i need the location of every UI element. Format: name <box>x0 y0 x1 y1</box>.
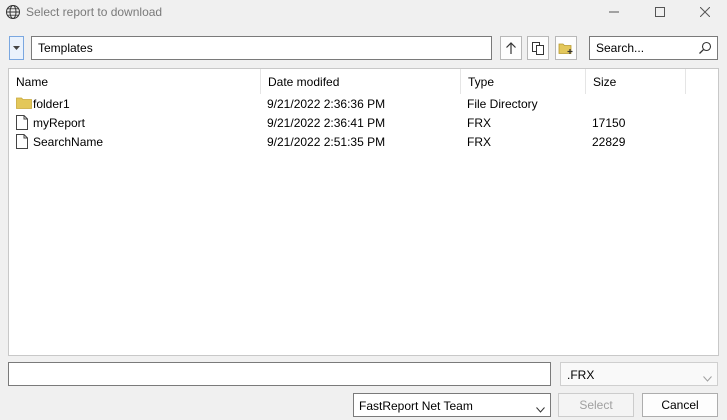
file-icon <box>16 134 30 150</box>
column-header-name[interactable]: Name <box>9 69 261 94</box>
search-box <box>589 36 718 60</box>
maximize-button[interactable] <box>637 0 683 24</box>
new-folder-button[interactable] <box>555 36 577 60</box>
path-input[interactable] <box>31 36 492 60</box>
column-header-date[interactable]: Date modifed <box>261 69 461 94</box>
close-icon <box>700 7 710 17</box>
file-name: folder1 <box>33 97 70 111</box>
toolbar <box>0 34 727 62</box>
team-select[interactable]: FastReport Net Team <box>353 393 551 417</box>
window-title: Select report to download <box>26 5 163 19</box>
file-type: File Directory <box>467 97 538 111</box>
file-name: myReport <box>33 116 86 130</box>
file-row-folder1[interactable]: folder1 9/21/2022 2:36:36 PM File Direct… <box>9 95 718 114</box>
chevron-down-icon <box>703 371 712 385</box>
file-row-searchname[interactable]: SearchName 9/21/2022 2:51:35 PM FRX 2282… <box>9 133 718 152</box>
file-type: FRX <box>467 135 491 149</box>
list-header: Name Date modifed Type Size <box>9 69 718 94</box>
file-row-myreport[interactable]: myReport 9/21/2022 2:36:41 PM FRX 17150 <box>9 114 718 133</box>
team-select-value: FastReport Net Team <box>359 399 473 413</box>
file-date: 9/21/2022 2:51:35 PM <box>267 135 386 149</box>
filename-input[interactable] <box>8 362 551 386</box>
copy-button[interactable] <box>527 36 549 60</box>
column-header-size[interactable]: Size <box>586 69 686 94</box>
search-icon[interactable] <box>698 41 712 58</box>
file-name: SearchName <box>33 135 104 149</box>
chevron-down-icon <box>13 46 20 50</box>
file-list[interactable]: Name Date modifed Type Size folder1 9/21… <box>8 68 719 356</box>
new-folder-icon <box>558 43 573 54</box>
globe-icon <box>5 4 21 20</box>
file-type-filter-value: .FRX <box>567 368 595 382</box>
file-date: 9/21/2022 2:36:41 PM <box>267 116 386 130</box>
folder-icon <box>16 96 32 112</box>
file-type: FRX <box>467 116 491 130</box>
up-folder-button[interactable] <box>500 36 522 60</box>
search-input[interactable] <box>590 37 695 59</box>
select-button[interactable]: Select <box>558 393 634 417</box>
minimize-icon <box>609 11 619 13</box>
minimize-button[interactable] <box>591 0 637 24</box>
arrow-up-icon <box>506 42 516 54</box>
path-history-dropdown[interactable] <box>9 36 24 60</box>
title-bar: Select report to download <box>0 0 727 24</box>
file-size: 17150 <box>592 116 626 130</box>
file-icon <box>16 115 30 131</box>
file-date: 9/21/2022 2:36:36 PM <box>267 97 386 111</box>
file-type-filter-select[interactable]: .FRX <box>560 362 718 386</box>
column-header-type[interactable]: Type <box>461 69 586 94</box>
chevron-down-icon <box>536 402 545 416</box>
file-size: 22829 <box>592 135 626 149</box>
maximize-icon <box>655 7 665 17</box>
copy-icon <box>532 42 544 55</box>
cancel-button[interactable]: Cancel <box>642 393 718 417</box>
close-button[interactable] <box>682 0 727 24</box>
